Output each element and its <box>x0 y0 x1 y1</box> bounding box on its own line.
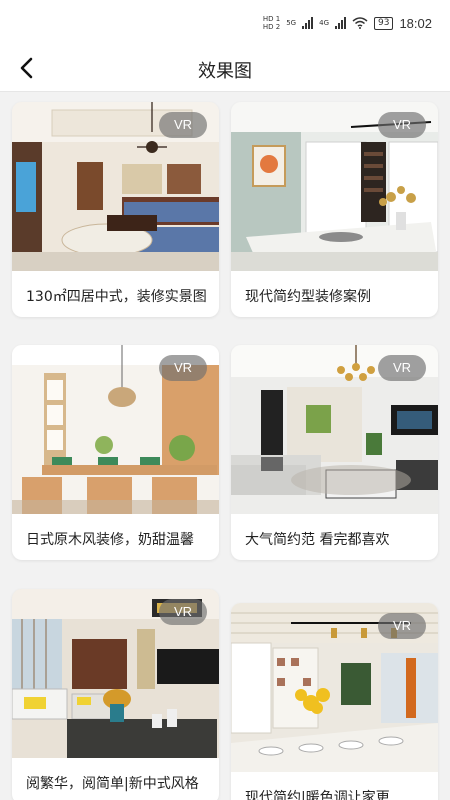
hd2-label: HD 2 <box>262 23 281 31</box>
case-card[interactable]: VR 阅繁华，阅简单|新中式风格 <box>12 589 219 800</box>
case-image: VR <box>231 102 438 271</box>
page-title: 效果图 <box>198 61 252 82</box>
vr-badge: VR <box>378 112 426 138</box>
case-title: 现代简约型装修案例 <box>245 289 371 305</box>
wifi-icon <box>352 17 368 29</box>
case-card[interactable]: VR 大气简约范 看完都喜欢 <box>231 345 438 560</box>
vr-badge: VR <box>159 599 207 625</box>
status-time: 18:02 <box>399 15 432 31</box>
case-title: 130㎡四居中式，装修实景图 <box>26 289 207 305</box>
network-5g-label: 5G <box>286 19 297 27</box>
vr-badge: VR <box>159 355 207 381</box>
signal-icon <box>302 17 314 29</box>
status-bar: HD 1 HD 2 5G 4G 93 18:02 <box>0 0 450 44</box>
hd1-label: HD 1 <box>262 15 281 23</box>
network-4g-label: 4G <box>319 19 329 27</box>
case-image: VR <box>231 345 438 514</box>
signal-icon-2 <box>335 17 346 29</box>
case-card[interactable]: VR 日式原木风装修，奶甜温馨 <box>12 345 219 560</box>
case-title: 大气简约范 看完都喜欢 <box>245 532 390 548</box>
case-image: VR <box>12 589 219 758</box>
battery-indicator: 93 <box>374 16 394 30</box>
case-title: 阅繁华，阅简单|新中式风格 <box>26 776 199 792</box>
case-title: 日式原木风装修，奶甜温馨 <box>26 532 194 548</box>
vr-badge: VR <box>159 112 207 138</box>
case-grid: VR 130㎡四居中式，装修实景图 VR 现代简约型装修案例 VR 日式原木风装… <box>0 92 450 800</box>
case-card[interactable]: VR 130㎡四居中式，装修实景图 <box>12 102 219 317</box>
case-title: 现代简约|暖色调让家更 <box>245 790 390 800</box>
nav-bar: 效果图 <box>0 44 450 92</box>
case-card[interactable]: VR 现代简约|暖色调让家更 <box>231 603 438 800</box>
case-image: VR <box>231 603 438 772</box>
case-image: VR <box>12 102 219 271</box>
vr-badge: VR <box>378 613 426 639</box>
case-card[interactable]: VR 现代简约型装修案例 <box>231 102 438 317</box>
hd-indicator: HD 1 HD 2 <box>263 15 280 31</box>
vr-badge: VR <box>378 355 426 381</box>
status-icons: HD 1 HD 2 5G 4G 93 18:02 <box>263 15 432 31</box>
case-image: VR <box>12 345 219 514</box>
